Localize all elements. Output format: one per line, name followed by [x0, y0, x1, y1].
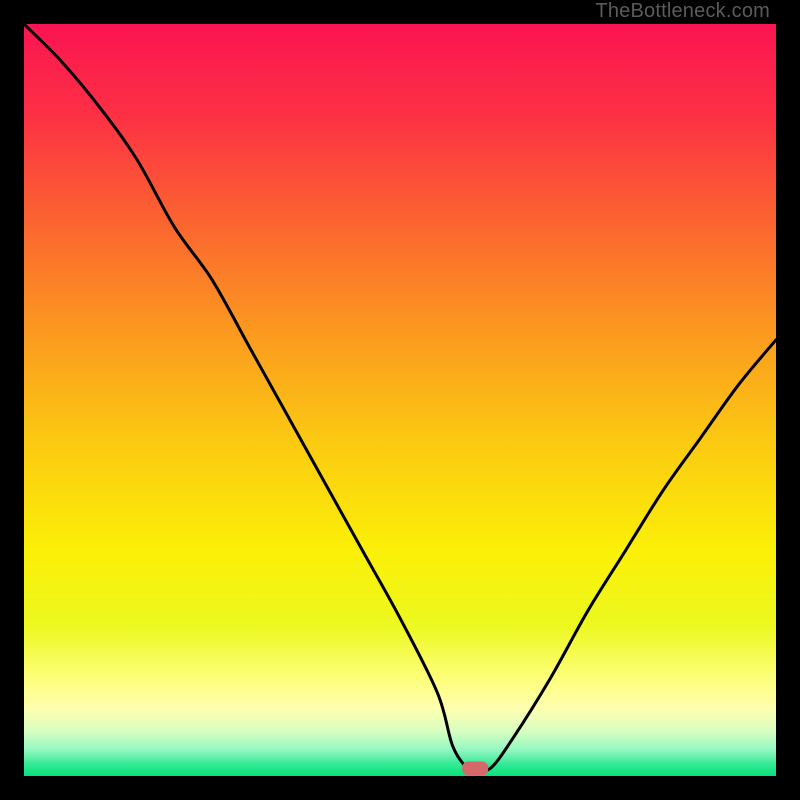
chart-frame: TheBottleneck.com	[0, 0, 800, 800]
plot-area	[24, 24, 776, 776]
watermark-text: TheBottleneck.com	[595, 0, 770, 23]
bottleneck-chart	[24, 24, 776, 776]
